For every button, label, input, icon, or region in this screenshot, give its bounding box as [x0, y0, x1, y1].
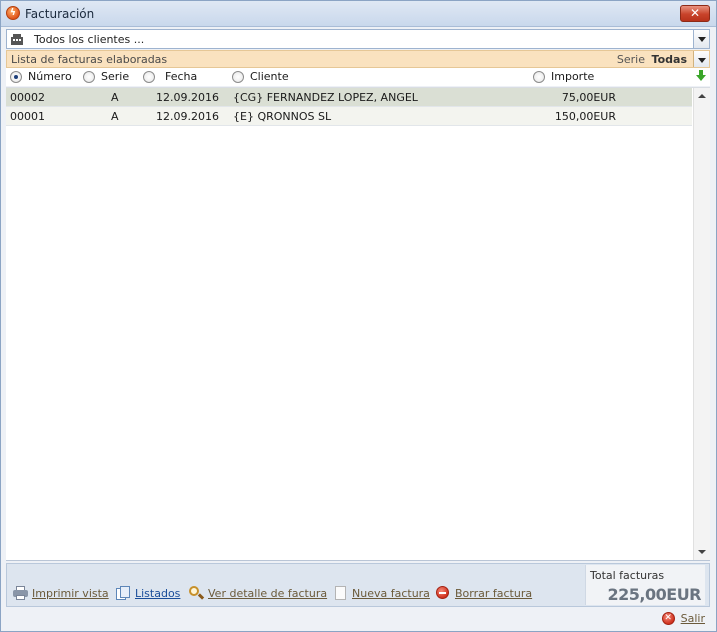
sort-label-cliente: Cliente — [250, 70, 289, 83]
radio-selected-icon — [10, 70, 22, 83]
radio-icon — [143, 70, 155, 83]
sort-radio-cliente[interactable]: Cliente — [232, 70, 289, 83]
serie-filter-value[interactable]: Todas — [652, 53, 687, 66]
exit-icon: ✕ — [661, 612, 675, 625]
bottom-toolbar: Imprimir vista Listados Ver detalle de f… — [6, 563, 710, 607]
serie-dropdown-button[interactable] — [693, 51, 709, 67]
radio-icon — [533, 70, 545, 83]
app-icon: ϟ — [6, 6, 20, 20]
sort-label-numero: Número — [28, 70, 72, 83]
cell-serie: A — [111, 91, 119, 104]
total-value: 225,00EUR — [607, 585, 702, 604]
client-selector-value: Todos los clientes ... — [34, 33, 145, 46]
magnifier-icon — [189, 586, 205, 600]
new-invoice-label: Nueva factura — [352, 586, 430, 600]
new-invoice-button[interactable]: Nueva factura — [333, 586, 430, 600]
cell-cliente: {E} QRONNOS SL — [233, 110, 332, 123]
serie-filter-label: Serie — [616, 53, 645, 66]
building-icon — [11, 33, 23, 45]
delete-invoice-button[interactable]: Borrar factura — [436, 586, 532, 600]
delete-icon — [436, 586, 451, 600]
radio-icon — [83, 70, 95, 83]
sort-options: Número Serie Fecha Cliente Importe — [6, 68, 710, 86]
cell-fecha: 12.09.2016 — [156, 91, 219, 104]
cell-fecha: 12.09.2016 — [156, 110, 219, 123]
list-title: Lista de facturas elaboradas — [11, 53, 168, 66]
totals-panel: Total facturas 225,00EUR — [585, 565, 705, 605]
sort-radio-fecha[interactable]: Fecha — [143, 70, 197, 83]
title-bar: ϟ Facturación ✕ — [1, 1, 716, 27]
scroll-up-arrow-icon[interactable] — [694, 88, 710, 104]
list-header-bar: Lista de facturas elaboradas Serie Todas — [6, 50, 710, 68]
exit-label: Salir — [680, 612, 705, 625]
invoice-rows: 00002 A 12.09.2016 {CG} FERNANDEZ LOPEZ,… — [6, 88, 692, 126]
client-selector[interactable]: Todos los clientes ... — [6, 29, 710, 49]
document-icon — [333, 586, 348, 600]
sort-label-serie: Serie — [101, 70, 130, 83]
cell-cliente: {CG} FERNANDEZ LOPEZ, ANGEL — [233, 91, 418, 104]
sort-label-fecha: Fecha — [165, 70, 198, 83]
facturacion-window: ϟ Facturación ✕ Todos los clientes ... L… — [0, 0, 717, 632]
invoice-table: 00002 A 12.09.2016 {CG} FERNANDEZ LOPEZ,… — [6, 87, 710, 561]
table-row[interactable]: 00001 A 12.09.2016 {E} QRONNOS SL 150,00… — [6, 107, 692, 126]
window-title: Facturación — [25, 7, 95, 21]
vertical-scrollbar[interactable] — [693, 88, 710, 560]
cell-numero: 00001 — [10, 110, 45, 123]
cell-serie: A — [111, 110, 119, 123]
radio-icon — [232, 70, 244, 83]
view-detail-label: Ver detalle de factura — [208, 586, 328, 600]
listings-icon — [116, 586, 131, 600]
sort-radio-importe[interactable]: Importe — [533, 70, 594, 83]
cell-importe: 75,00EUR — [561, 91, 616, 104]
sort-radio-serie[interactable]: Serie — [83, 70, 129, 83]
cell-importe: 150,00EUR — [554, 110, 616, 123]
total-label: Total facturas — [590, 569, 665, 582]
delete-invoice-label: Borrar factura — [455, 586, 533, 600]
sort-direction-arrow-icon[interactable] — [696, 70, 706, 83]
close-button[interactable]: ✕ — [680, 5, 710, 22]
print-view-button[interactable]: Imprimir vista — [13, 586, 109, 600]
sort-label-importe: Importe — [551, 70, 595, 83]
print-view-label: Imprimir vista — [32, 586, 109, 600]
cell-numero: 00002 — [10, 91, 45, 104]
sort-radio-numero[interactable]: Número — [10, 70, 72, 83]
exit-button[interactable]: ✕ Salir — [661, 612, 705, 625]
table-row[interactable]: 00002 A 12.09.2016 {CG} FERNANDEZ LOPEZ,… — [6, 88, 692, 107]
view-invoice-detail-button[interactable]: Ver detalle de factura — [189, 586, 327, 600]
scroll-down-arrow-icon[interactable] — [694, 544, 710, 560]
printer-icon — [13, 586, 28, 600]
client-dropdown-button[interactable] — [693, 30, 709, 48]
listings-button[interactable]: Listados — [116, 586, 180, 600]
listings-label: Listados — [135, 586, 181, 600]
